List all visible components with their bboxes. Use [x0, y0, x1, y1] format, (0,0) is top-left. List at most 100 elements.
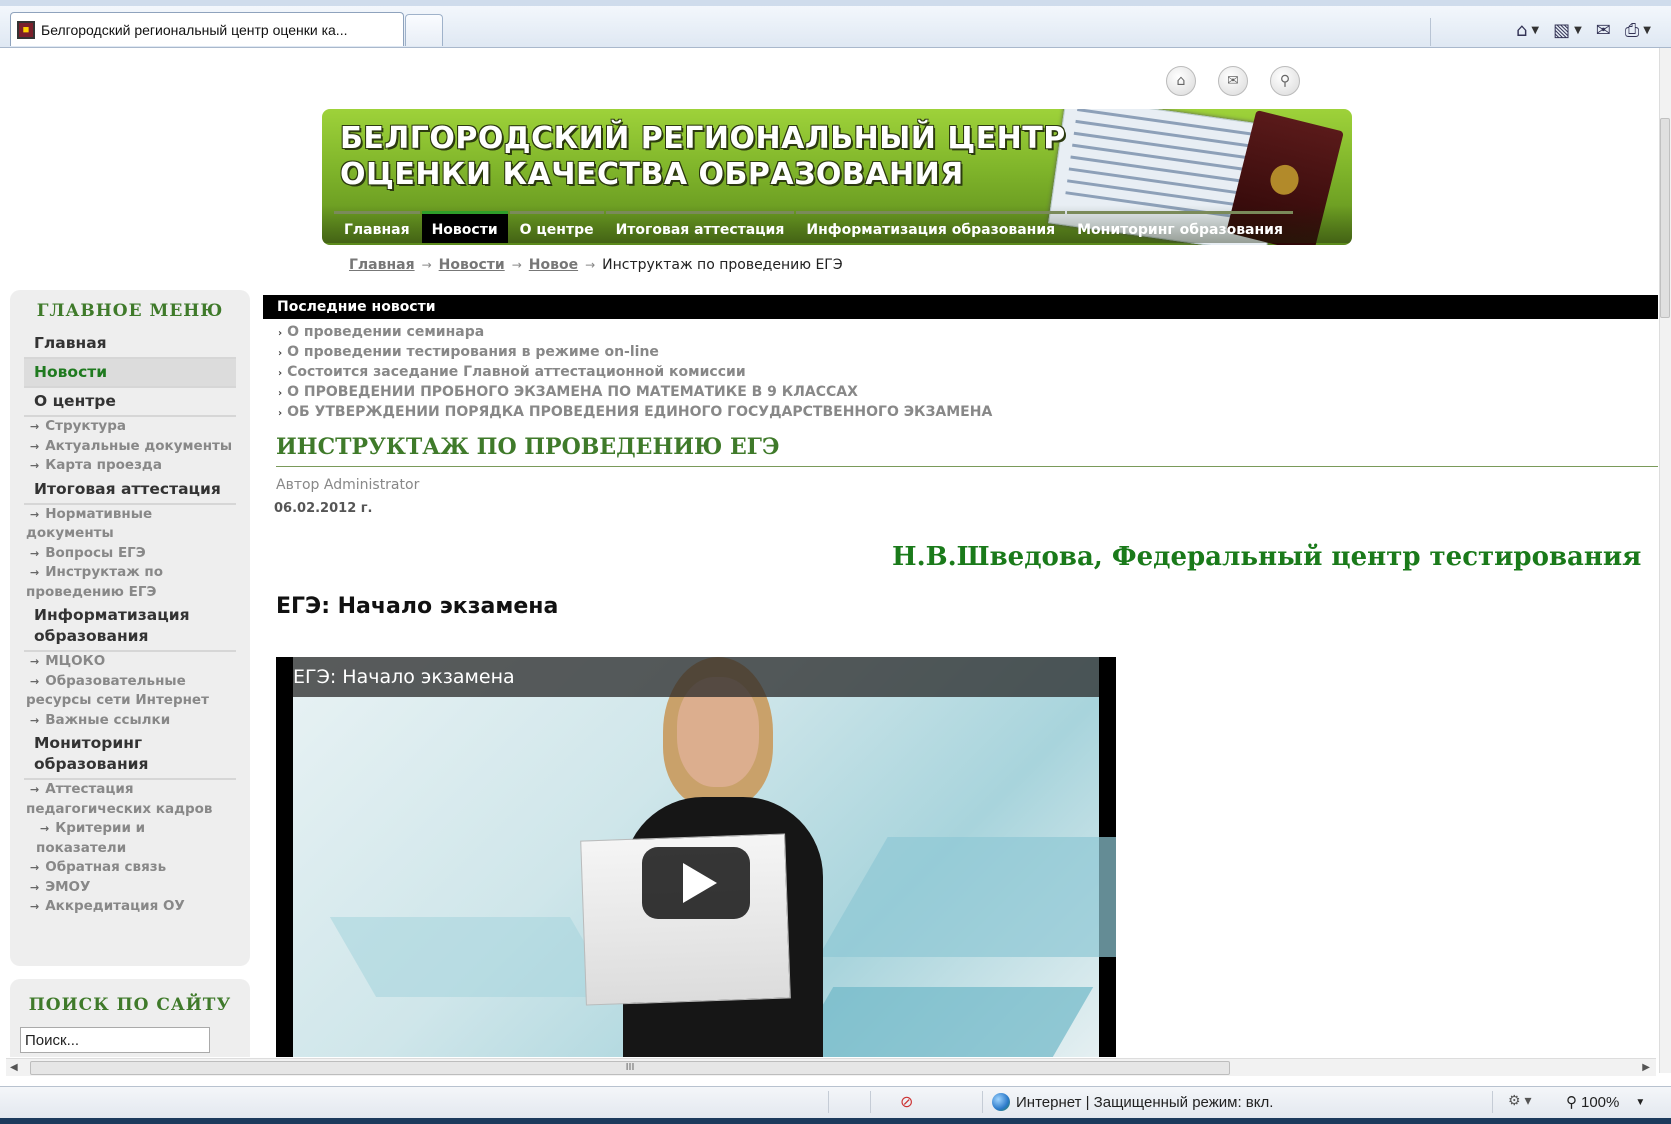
- main-menu-heading: ГЛАВНОЕ МЕНЮ: [36, 301, 224, 321]
- breadcrumb-news[interactable]: Новости: [439, 257, 505, 273]
- menu-item-about[interactable]: О центре: [24, 388, 236, 417]
- menu-subitem-feedback[interactable]: → Обратная связь: [10, 858, 250, 878]
- horizontal-scrollbar[interactable]: ◀ III ▶: [6, 1058, 1656, 1076]
- nav-about[interactable]: О центре: [509, 211, 604, 243]
- arrow-icon: →: [40, 822, 50, 835]
- arrow-icon: →: [30, 674, 40, 688]
- menu-subitem-label: МЦОКО: [45, 653, 106, 669]
- chevron-down-icon: ▼: [1643, 25, 1651, 36]
- mail-icon[interactable]: ✉: [1218, 66, 1248, 96]
- privacy-icon[interactable]: ⊘: [900, 1092, 913, 1112]
- nav-informatization[interactable]: Информатизация образования: [796, 211, 1066, 243]
- browser-tab[interactable]: ■ Белгородский региональный центр оценки…: [10, 12, 404, 46]
- news-link[interactable]: О ПРОВЕДЕНИИ ПРОБНОГО ЭКЗАМЕНА ПО МАТЕМА…: [287, 384, 858, 400]
- chevron-down-icon: ▼: [1574, 25, 1582, 36]
- menu-item-informatization[interactable]: Информатизация образования: [24, 602, 236, 652]
- menu-subitem-instruction[interactable]: → Инструктаж по проведению ЕГЭ: [10, 563, 250, 602]
- article-date: 06.02.2012 г.: [274, 501, 373, 516]
- menu-subitem-accreditation[interactable]: → Аккредитация ОУ: [10, 897, 250, 917]
- search-input[interactable]: [20, 1027, 210, 1053]
- search-icon[interactable]: ⚲: [1270, 66, 1300, 96]
- nav-monitoring[interactable]: Мониторинг образования: [1067, 211, 1293, 243]
- bullet-icon: ›: [278, 348, 283, 359]
- menu-subitem-questions[interactable]: → Вопросы ЕГЭ: [10, 544, 250, 564]
- protected-mode-icon[interactable]: ⚙ ▾: [1508, 1092, 1531, 1109]
- read-mail-button[interactable]: ✉: [1596, 20, 1611, 41]
- menu-subitem-teacher-attestation[interactable]: → Аттестация педагогических кадров: [10, 780, 250, 819]
- nav-home[interactable]: Главная: [334, 211, 420, 243]
- play-icon: [683, 863, 717, 903]
- menu-item-monitoring[interactable]: Мониторинг образования: [24, 730, 236, 780]
- feeds-button[interactable]: ▧ ▼: [1553, 20, 1582, 41]
- arrow-icon: →: [30, 655, 40, 668]
- scrollbar-thumb[interactable]: [1660, 118, 1670, 318]
- scroll-right-icon[interactable]: ▶: [1642, 1059, 1650, 1077]
- site-title-line2: ОЦЕНКИ КАЧЕСТВА ОБРАЗОВАНИЯ: [340, 157, 964, 192]
- list-item[interactable]: › О проведении тестирования в режиме on-l…: [278, 343, 992, 363]
- video-player[interactable]: ЕГЭ: Начало экзамена: [276, 657, 1116, 1057]
- printer-icon: ⎙: [1624, 20, 1640, 41]
- home-icon: ⌂: [1515, 20, 1528, 41]
- menu-item-news[interactable]: Новости: [24, 359, 236, 388]
- menu-subitem-normative[interactable]: → Нормативные документы: [10, 505, 250, 544]
- site-title-line1: БЕЛГОРОДСКИЙ РЕГИОНАЛЬНЫЙ ЦЕНТР: [340, 121, 1066, 156]
- menu-item-home[interactable]: Главная: [24, 330, 236, 359]
- zone-label: Интернет | Защищенный режим: вкл.: [1016, 1093, 1274, 1111]
- arrow-icon: →: [30, 713, 40, 727]
- video-title[interactable]: ЕГЭ: Начало экзамена: [293, 666, 515, 688]
- arrow-icon: →: [30, 439, 40, 453]
- menu-subitem-label: Аккредитация ОУ: [45, 898, 185, 914]
- print-button[interactable]: ⎙ ▼: [1625, 20, 1651, 41]
- list-item[interactable]: › ОБ УТВЕРЖДЕНИИ ПОРЯДКА ПРОВЕДЕНИЯ ЕДИНО…: [278, 403, 992, 423]
- menu-subitem-label: Структура: [45, 418, 126, 434]
- globe-icon: [992, 1093, 1010, 1111]
- play-button[interactable]: [642, 847, 750, 919]
- menu-subitem-label: Инструктаж по проведению ЕГЭ: [26, 564, 163, 600]
- list-item[interactable]: › Состоится заседание Главной аттестацион…: [278, 363, 992, 383]
- menu-subitem-links[interactable]: → Важные ссылки: [10, 711, 250, 731]
- zoom-icon: ⚲: [1566, 1094, 1577, 1111]
- scrollbar-thumb[interactable]: III: [30, 1061, 1230, 1075]
- news-link[interactable]: Состоится заседание Главной аттестационн…: [287, 364, 746, 380]
- security-zone[interactable]: Интернет | Защищенный режим: вкл.: [992, 1093, 1273, 1111]
- new-tab-button[interactable]: [405, 14, 443, 46]
- menu-subitem-emou[interactable]: → ЭМОУ: [10, 878, 250, 898]
- chevron-down-icon: ▼: [1531, 25, 1540, 36]
- scroll-left-icon[interactable]: ◀: [10, 1059, 18, 1077]
- menu-subitem-criteria[interactable]: → Критерии и показатели: [10, 819, 250, 858]
- news-link[interactable]: О проведении тестирования в режиме on-li…: [287, 344, 659, 360]
- menu-subitem-label: Образовательные ресурсы сети Интернет: [26, 672, 209, 709]
- video-title-bar: ЕГЭ: Начало экзамена: [293, 657, 1099, 697]
- menu-subitem-structure[interactable]: → Структура: [10, 417, 250, 437]
- nav-news[interactable]: Новости: [421, 211, 508, 243]
- arrow-icon: →: [30, 783, 40, 796]
- list-item[interactable]: › О проведении семинара: [278, 323, 992, 343]
- mail-icon: ✉: [1595, 20, 1611, 41]
- news-link[interactable]: ОБ УТВЕРЖДЕНИИ ПОРЯДКА ПРОВЕДЕНИЯ ЕДИНОГ…: [287, 404, 992, 420]
- video-subheading: ЕГЭ: Начало экзамена: [276, 594, 559, 619]
- arrow-icon: →: [30, 900, 40, 913]
- home-button[interactable]: ⌂ ▼: [1516, 20, 1539, 41]
- site-search: ПОИСК ПО САЙТУ: [10, 979, 250, 1057]
- main-menu: ГЛАВНОЕ МЕНЮ Главная Новости О центре → С…: [10, 290, 250, 966]
- menu-subitem-map[interactable]: → Карта проезда: [10, 456, 250, 476]
- breadcrumb-home[interactable]: Главная: [349, 257, 415, 273]
- toolbar-divider: [1430, 18, 1431, 46]
- site-favicon-icon: ■: [17, 20, 35, 39]
- speaker-heading: Н.В.Шведова, Федеральный центр тестирова…: [892, 542, 1642, 572]
- chevron-down-icon: ▼: [1635, 1096, 1646, 1108]
- zoom-control[interactable]: ⚲ 100% ▼: [1566, 1093, 1646, 1112]
- menu-subitem-resources[interactable]: → Образовательные ресурсы сети Интернет: [10, 672, 250, 711]
- nav-final-attestation[interactable]: Итоговая аттестация: [605, 211, 795, 243]
- vertical-scrollbar[interactable]: [1659, 48, 1671, 1073]
- list-item[interactable]: › О ПРОВЕДЕНИИ ПРОБНОГО ЭКЗАМЕНА ПО МАТЕМ…: [278, 383, 992, 403]
- news-link[interactable]: О проведении семинара: [287, 324, 484, 340]
- home-icon[interactable]: ⌂: [1166, 66, 1196, 96]
- breadcrumb-new[interactable]: Новое: [529, 257, 578, 273]
- tab-title: Белгородский региональный центр оценки к…: [41, 21, 348, 38]
- breadcrumb-separator: →: [421, 258, 432, 272]
- menu-subitem-mcoko[interactable]: → МЦОКО: [10, 652, 250, 672]
- menu-subitem-documents[interactable]: → Актуальные документы: [10, 437, 250, 457]
- bullet-icon: ›: [278, 328, 283, 339]
- menu-item-attestation[interactable]: Итоговая аттестация: [24, 476, 236, 505]
